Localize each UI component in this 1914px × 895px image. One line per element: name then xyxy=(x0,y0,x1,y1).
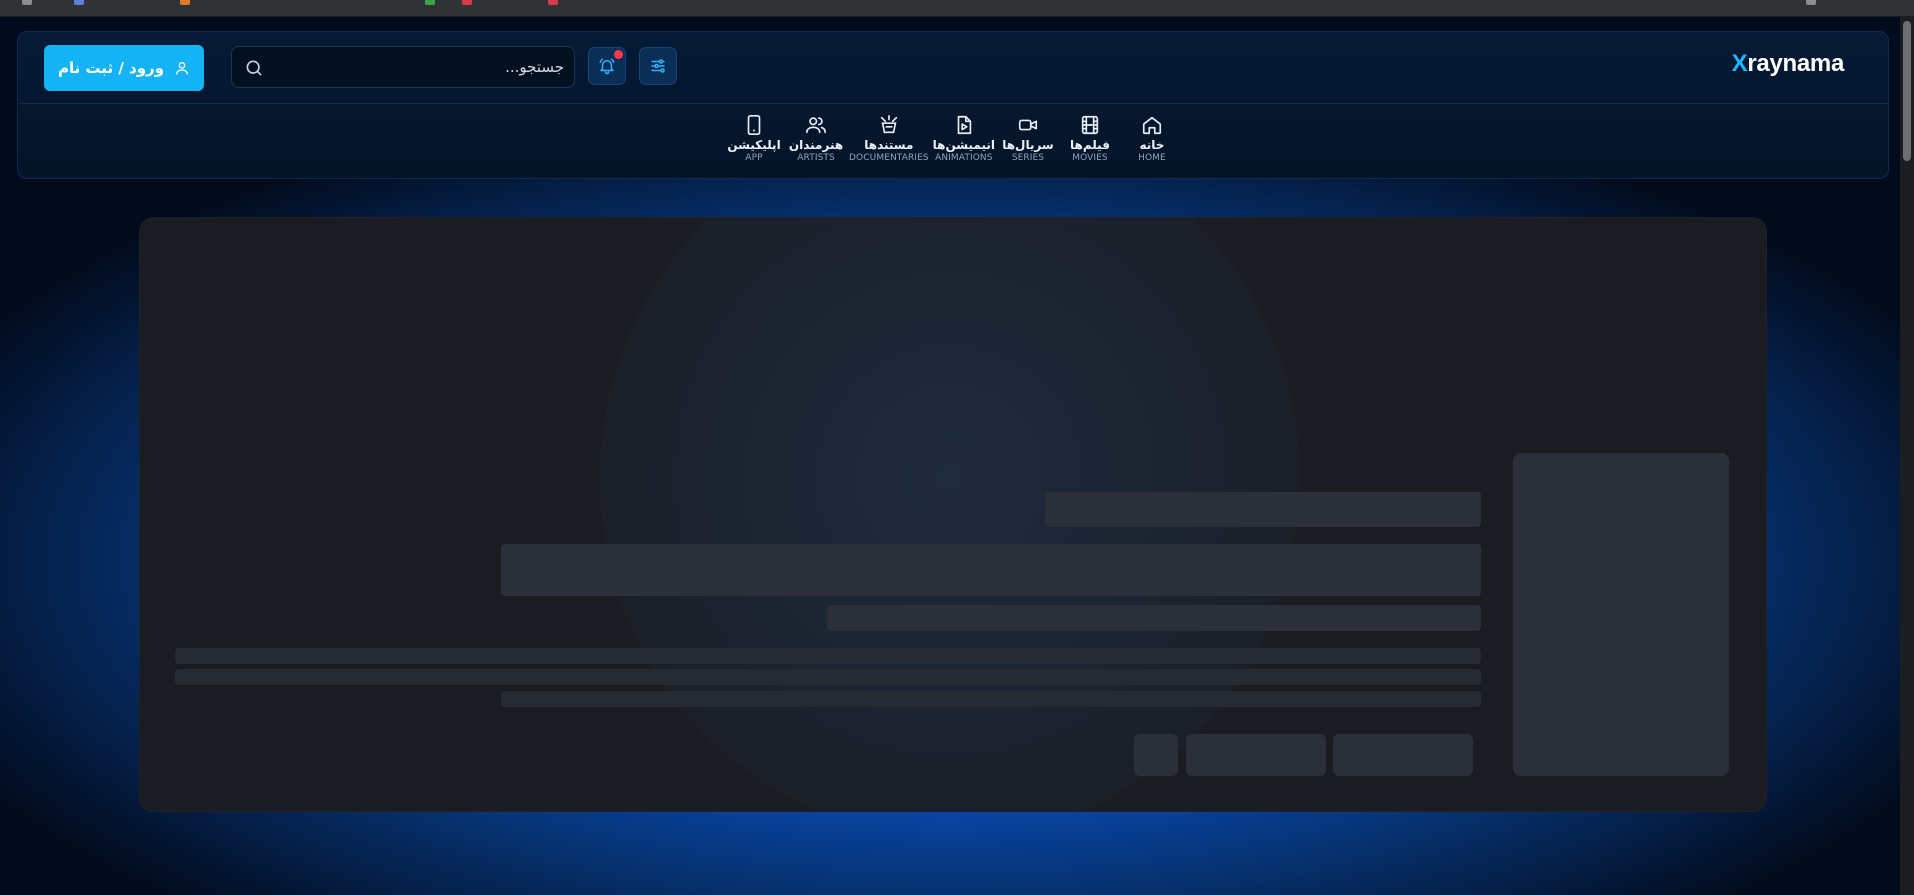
nav-label: اپلیکیشن xyxy=(727,138,781,152)
nav-sublabel: MOVIES xyxy=(1072,153,1108,163)
user-icon xyxy=(176,61,189,75)
logo-text: raynama xyxy=(1747,50,1844,77)
title-placeholder xyxy=(1045,492,1481,527)
nav-sublabel: ANIMATIONS xyxy=(935,153,993,163)
nav-item-app[interactable]: اپلیکیشن APP xyxy=(725,112,783,172)
logo-accent: X xyxy=(1731,50,1748,77)
browser-bookmarks-bar xyxy=(0,0,1914,17)
page: Xraynama ورود / ثبت نام خانه HOME xyxy=(0,0,1914,895)
login-register-label: ورود / ثبت نام xyxy=(57,59,165,77)
nav-item-home[interactable]: خانه HOME xyxy=(1123,112,1181,172)
notifications-button[interactable] xyxy=(588,47,626,85)
nav-sublabel: DOCUMENTARIES xyxy=(849,153,929,163)
meta-placeholder xyxy=(827,605,1481,631)
camera-icon xyxy=(880,115,898,134)
nav-item-movies[interactable]: فیلم‌ها MOVIES xyxy=(1061,112,1119,172)
bell-icon xyxy=(599,58,615,75)
play-file-icon xyxy=(957,115,972,135)
bookmark-icon[interactable] xyxy=(425,0,435,5)
video-icon xyxy=(1018,119,1038,131)
nav-label: سریال‌ها xyxy=(1002,138,1054,152)
nav-sublabel: APP xyxy=(745,153,763,163)
bookmark-icon[interactable] xyxy=(548,0,558,5)
site-logo[interactable]: Xraynama xyxy=(1731,50,1845,78)
bookmark-icon[interactable] xyxy=(1806,0,1816,5)
nav-label: مستندها xyxy=(864,138,914,152)
hero-skeleton xyxy=(140,218,1766,811)
bookmark-icon[interactable] xyxy=(462,0,472,5)
nav-sublabel: ARTISTS xyxy=(797,153,835,163)
search-input[interactable] xyxy=(274,47,564,87)
nav-item-documentaries[interactable]: مستندها DOCUMENTARIES xyxy=(849,112,929,172)
home-icon xyxy=(1142,116,1162,135)
sliders-icon xyxy=(651,59,665,73)
nav-sublabel: HOME xyxy=(1138,153,1166,163)
search-icon[interactable] xyxy=(244,58,264,78)
bookmark-icon[interactable] xyxy=(74,0,84,5)
film-icon xyxy=(1081,115,1099,135)
poster-placeholder xyxy=(1513,453,1729,776)
page-scrollbar[interactable] xyxy=(1900,17,1914,895)
subtitle-placeholder xyxy=(501,544,1481,596)
bookmark-icon[interactable] xyxy=(180,0,190,5)
button-placeholder xyxy=(1333,734,1473,776)
nav-label: هنرمندان xyxy=(788,138,844,152)
description-line-placeholder xyxy=(175,648,1481,664)
nav-sublabel: SERIES xyxy=(1011,153,1045,163)
nav-item-artists[interactable]: هنرمندان ARTISTS xyxy=(787,112,845,172)
notification-badge xyxy=(614,50,623,59)
scrollbar-thumb[interactable] xyxy=(1903,21,1911,161)
nav-label: خانه xyxy=(1139,138,1165,152)
description-line-placeholder xyxy=(175,669,1481,685)
description-line-placeholder xyxy=(501,691,1481,707)
button-placeholder xyxy=(1186,734,1326,776)
login-register-button[interactable]: ورود / ثبت نام xyxy=(44,45,204,91)
bookmark-icon[interactable] xyxy=(22,0,32,5)
header-top-bar: Xraynama ورود / ثبت نام xyxy=(18,32,1888,104)
site-header: Xraynama ورود / ثبت نام خانه HOME xyxy=(17,31,1889,179)
nav-item-series[interactable]: سریال‌ها SERIES xyxy=(999,112,1057,172)
nav-label: فیلم‌ها xyxy=(1070,138,1110,152)
search-box[interactable] xyxy=(231,46,575,88)
filter-settings-button[interactable] xyxy=(639,47,677,85)
button-placeholder xyxy=(1134,734,1178,776)
nav-item-animations[interactable]: انیمیشن‌ها ANIMATIONS xyxy=(933,112,995,172)
users-icon xyxy=(806,117,827,134)
nav-label: انیمیشن‌ها xyxy=(932,138,995,152)
main-nav: خانه HOME فیلم‌ها MOVIES سریال‌ها SERIES… xyxy=(18,112,1888,172)
phone-icon xyxy=(747,115,761,135)
